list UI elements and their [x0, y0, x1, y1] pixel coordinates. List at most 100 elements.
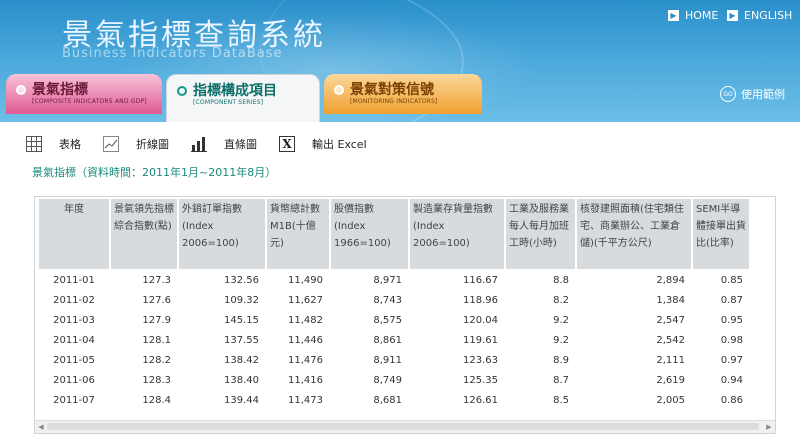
table-cell: 2,894: [656, 274, 685, 286]
table-cell: 137.55: [224, 334, 259, 346]
table-cell: 0.95: [720, 314, 743, 326]
table-row: 2011-01 127.3 132.56 11,490 8,971 116.67…: [39, 271, 749, 289]
table-cell: 11,476: [288, 354, 323, 366]
table-cell: 128.1: [142, 334, 171, 346]
column-header: 外銷訂單指數(Index 2006=100): [179, 199, 265, 269]
table-cell: 2,111: [656, 354, 685, 366]
table-cell: 126.61: [463, 394, 498, 406]
table-cell: 2011-04: [53, 334, 95, 346]
table-row: 2011-02 127.6 109.32 11,627 8,743 118.96…: [39, 291, 749, 309]
column-header: 核發建照面積(住宅類住宅、商業辦公、工業倉儲)(千平方公尺): [577, 199, 691, 269]
table-view-label: 表格: [59, 138, 81, 151]
tab-monitoring-indicators[interactable]: 景氣對策信號 [MONITORING INDICATORS]: [324, 74, 482, 114]
english-link[interactable]: ▶ ENGLISH: [727, 9, 792, 22]
usage-example-link[interactable]: GO 使用範例: [720, 86, 785, 102]
table-cell: 8,749: [373, 374, 402, 386]
table-cell: 2,547: [656, 314, 685, 326]
app-subtitle: Business Indicators DataBase: [62, 46, 283, 61]
data-caption: 景氣指標（資料時間：2011年1月~2011年8月）: [32, 166, 277, 179]
table-cell: 11,490: [288, 274, 323, 286]
line-chart-button[interactable]: 折線圖: [103, 136, 169, 152]
table-cell: 8.8: [553, 274, 569, 286]
table-cell: 138.42: [224, 354, 259, 366]
table-cell: 8,681: [373, 394, 402, 406]
table-cell: 2011-07: [53, 394, 95, 406]
table-cell: 8,861: [373, 334, 402, 346]
column-header: 股價指數(Index 1966=100): [331, 199, 408, 269]
table-cell: 9.2: [553, 314, 569, 326]
tab-component-series[interactable]: 指標構成項目 [COMPONENT SERIES]: [166, 74, 320, 122]
table-cell: 2011-02: [53, 294, 95, 306]
arrow-right-icon: ▶: [727, 10, 738, 21]
horizontal-scrollbar[interactable]: ◀ ▶: [35, 420, 775, 433]
header-banner: 景氣指標查詢系統 Business Indicators DataBase ▶ …: [0, 0, 800, 128]
column-header: 年度: [39, 199, 109, 269]
table-cell: 127.3: [142, 274, 171, 286]
scroll-right-icon[interactable]: ▶: [764, 422, 774, 432]
export-excel-button[interactable]: X 輸出 Excel: [279, 136, 367, 152]
table-cell: 0.98: [720, 334, 743, 346]
go-icon: GO: [720, 86, 736, 102]
table-cell: 2011-03: [53, 314, 95, 326]
column-header: 製造業存貨量指數(Index 2006=100): [410, 199, 504, 269]
table-cell: 11,627: [288, 294, 323, 306]
circle-icon: [177, 86, 187, 96]
table-cell: 8,743: [373, 294, 402, 306]
table-cell: 8,911: [373, 354, 402, 366]
table-cell: 125.35: [463, 374, 498, 386]
table-row: 2011-07 128.4 139.44 11,473 8,681 126.61…: [39, 391, 749, 409]
tab-label: 景氣指標: [32, 82, 88, 98]
table-cell: 118.96: [463, 294, 498, 306]
table-cell: 11,473: [288, 394, 323, 406]
english-link-label: ENGLISH: [744, 9, 793, 22]
table-cell: 120.04: [463, 314, 498, 326]
export-excel-label: 輸出 Excel: [312, 138, 367, 151]
table-view-button[interactable]: 表格: [26, 136, 81, 152]
table-cell: 0.97: [720, 354, 743, 366]
tab-label: 景氣對策信號: [350, 82, 434, 98]
data-table: 年度 景氣領先指標綜合指數(點) 外銷訂單指數(Index 2006=100) …: [37, 197, 751, 411]
table-cell: 139.44: [224, 394, 259, 406]
table-cell: 2011-01: [53, 274, 95, 286]
table-cell: 128.4: [142, 394, 171, 406]
column-header: SEMI半導體接單出貨比(比率): [693, 199, 749, 269]
scroll-left-icon[interactable]: ◀: [36, 422, 46, 432]
column-header: 貨幣總計數M1B(十億元): [267, 199, 329, 269]
bar-chart-button[interactable]: 直條圖: [191, 136, 257, 152]
table-cell: 8.7: [553, 374, 569, 386]
home-link[interactable]: ▶ HOME: [668, 9, 718, 22]
table-cell: 123.63: [463, 354, 498, 366]
table-cell: 8.9: [553, 354, 569, 366]
table-cell: 128.2: [142, 354, 171, 366]
table-row: 2011-06 128.3 138.40 11,416 8,749 125.35…: [39, 371, 749, 389]
content-panel: 表格 折線圖 直條圖 X 輸出 Excel 景氣指標（資料時間：2011年1月~…: [0, 122, 800, 444]
column-header: 景氣領先指標綜合指數(點): [111, 199, 177, 269]
table-cell: 1,384: [656, 294, 685, 306]
table-cell: 0.86: [720, 394, 743, 406]
table-cell: 9.2: [553, 334, 569, 346]
bar-chart-label: 直條圖: [224, 138, 257, 151]
bar-chart-icon: [191, 137, 207, 152]
table-cell: 119.61: [463, 334, 498, 346]
table-cell: 11,416: [288, 374, 323, 386]
table-cell: 145.15: [224, 314, 259, 326]
table-row: 2011-04 128.1 137.55 11,446 8,861 119.61…: [39, 331, 749, 349]
circle-icon: [334, 85, 344, 95]
table-cell: 0.94: [720, 374, 743, 386]
table-row: 2011-05 128.2 138.42 11,476 8,911 123.63…: [39, 351, 749, 369]
tab-composite-indicators[interactable]: 景氣指標 [COMPOSITE INDICATORS AND GDP]: [6, 74, 162, 114]
table-cell: 132.56: [224, 274, 259, 286]
line-chart-icon: [103, 136, 119, 152]
table-cell: 8.5: [553, 394, 569, 406]
table-cell: 8,971: [373, 274, 402, 286]
table-cell: 0.85: [720, 274, 743, 286]
scrollbar-thumb[interactable]: [47, 423, 759, 430]
table-cell: 11,482: [288, 314, 323, 326]
tab-label: 指標構成項目: [193, 83, 277, 99]
table-header-row: 年度 景氣領先指標綜合指數(點) 外銷訂單指數(Index 2006=100) …: [39, 199, 749, 269]
line-chart-label: 折線圖: [136, 138, 169, 151]
table-row: 2011-03 127.9 145.15 11,482 8,575 120.04…: [39, 311, 749, 329]
table-cell: 11,446: [288, 334, 323, 346]
column-header: 工業及服務業每人每月加班工時(小時): [506, 199, 575, 269]
table-cell: 127.6: [142, 294, 171, 306]
